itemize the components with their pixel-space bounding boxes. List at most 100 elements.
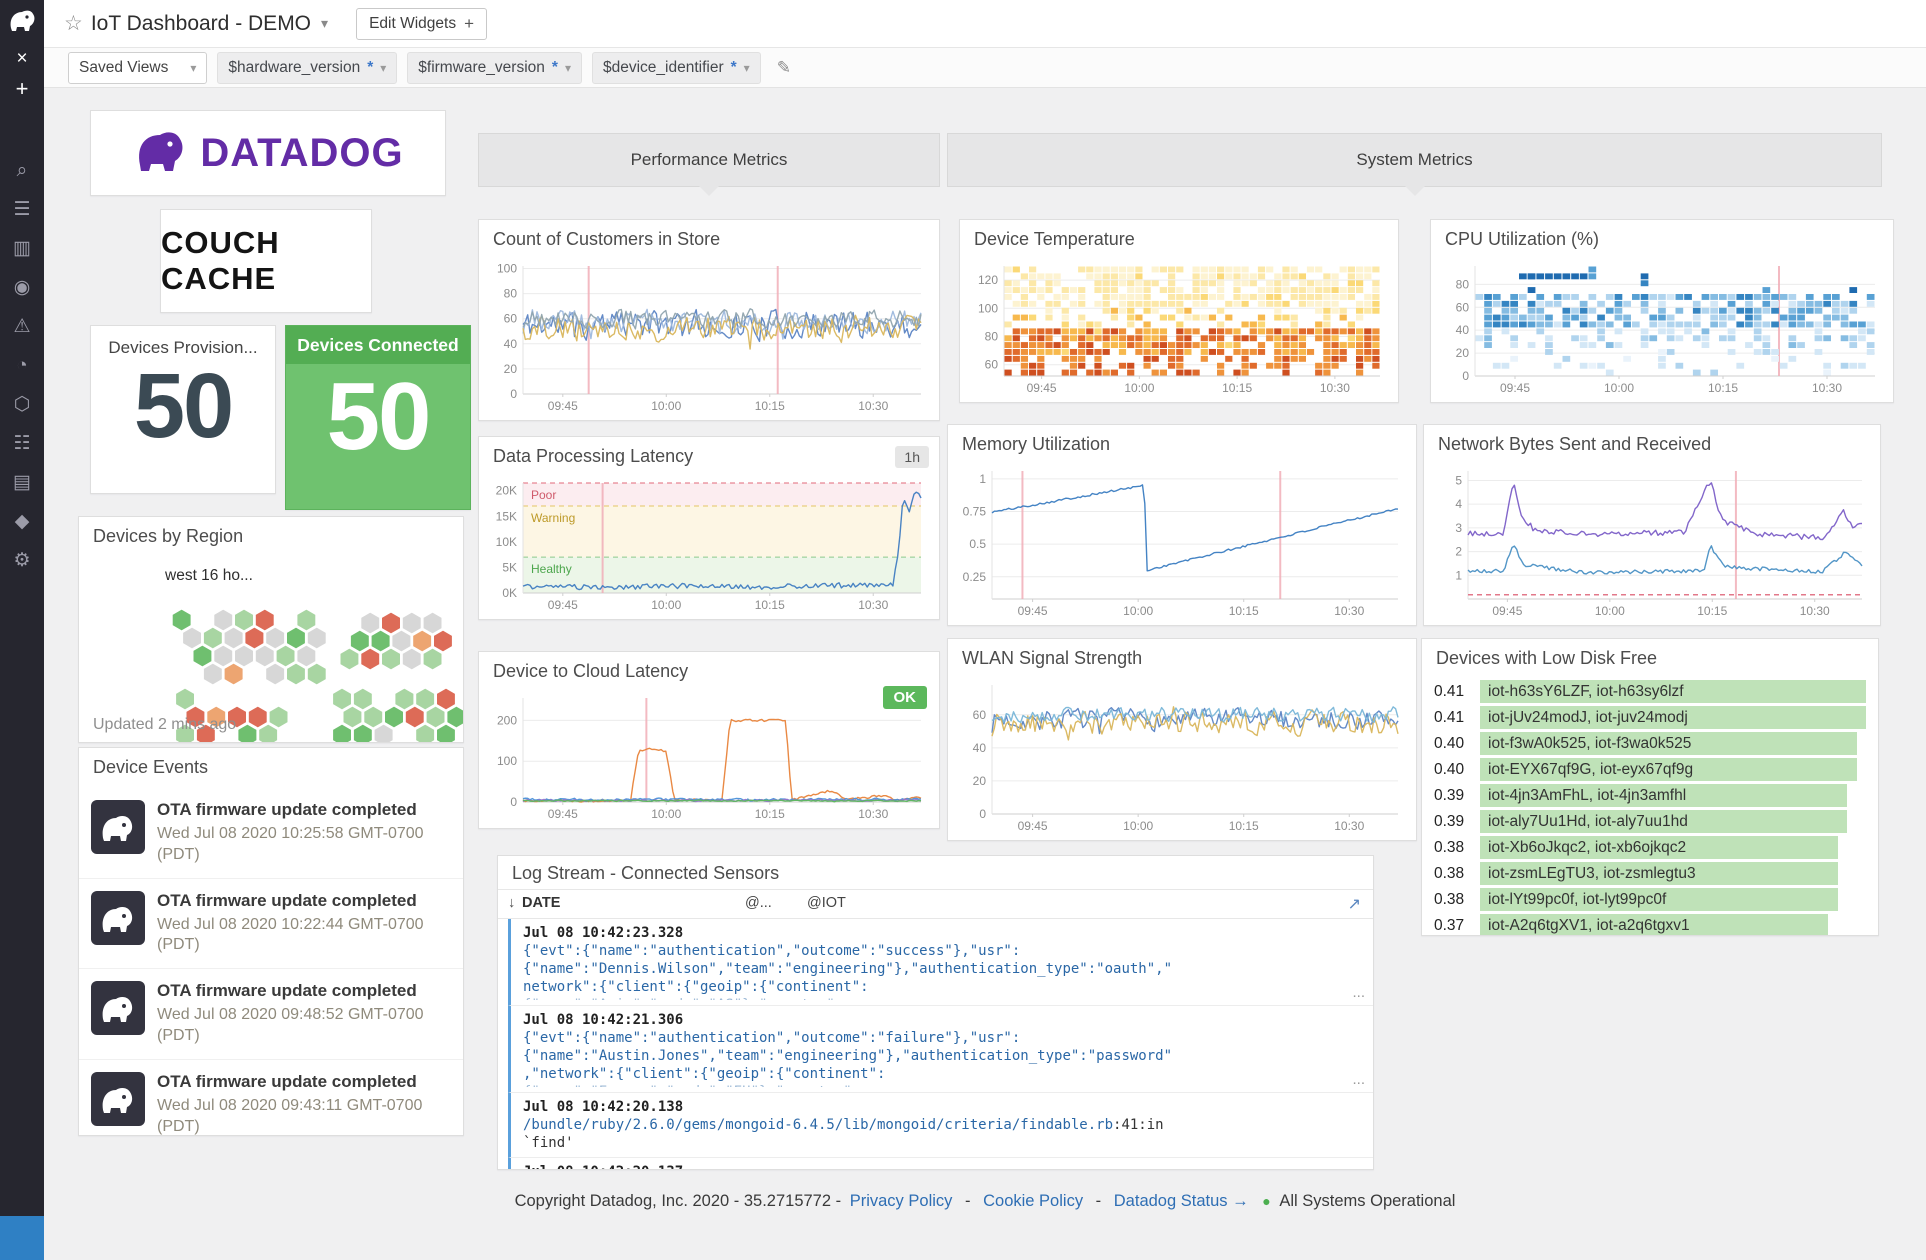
close-icon[interactable]: ×: [0, 48, 44, 70]
widget-title: Memory Utilization: [948, 425, 1416, 459]
customers-chart[interactable]: 02040608010009:4510:0010:1510:30: [483, 258, 931, 414]
event-item[interactable]: OTA firmware update completed Wed Jul 08…: [79, 788, 463, 878]
low-disk-row[interactable]: 0.41 iot-h63sY6LZF, iot-h63sy6lzf: [1434, 679, 1866, 704]
svg-text:20K: 20K: [496, 484, 517, 498]
column-attr[interactable]: @...: [745, 895, 772, 911]
edit-widgets-button[interactable]: Edit Widgets +: [356, 8, 487, 40]
network-bytes-chart[interactable]: 1234509:4510:0010:1510:30: [1428, 463, 1872, 619]
low-disk-bar: iot-zsmLEgTU3, iot-zsmlegtu3: [1480, 862, 1838, 885]
low-disk-row[interactable]: 0.37 iot-A2q6tgXV1, iot-a2q6tgxv1: [1434, 913, 1866, 936]
search-icon[interactable]: ⌕: [17, 160, 28, 182]
add-icon[interactable]: +: [0, 76, 44, 102]
processes-icon[interactable]: ☷: [13, 433, 30, 455]
event-item[interactable]: OTA firmware update completed Wed Jul 08…: [79, 878, 463, 969]
widget-device-temperature: Device Temperature 608010012009:4510:001…: [959, 219, 1399, 403]
event-item[interactable]: OTA firmware update completed Wed Jul 08…: [79, 1059, 463, 1135]
template-variable-pill[interactable]: $device_identifier * ▾: [592, 52, 761, 84]
timeframe-badge[interactable]: 1h: [895, 446, 929, 468]
svg-text:80: 80: [1456, 277, 1470, 291]
chevron-down-icon[interactable]: ▾: [321, 15, 328, 32]
device-temperature-heatmap[interactable]: 608010012009:4510:0010:1510:30: [964, 258, 1390, 396]
low-disk-row[interactable]: 0.38 iot-Xb6oJkqc2, iot-xb6ojkqc2: [1434, 835, 1866, 860]
sidebar: × + ⌕ ☰ ▥ ◉ ⚠ ◔ ⬡ ☷ ▤ ◆: [0, 0, 44, 1260]
svg-text:5K: 5K: [502, 560, 517, 574]
footer: Copyright Datadog, Inc. 2020 - 35.271577…: [44, 1192, 1926, 1211]
cpu-utilization-heatmap[interactable]: 02040608009:4510:0010:1510:30: [1435, 258, 1885, 396]
logs-icon[interactable]: ▤: [13, 472, 31, 494]
log-row[interactable]: Jul 08 10:42:23.328{"evt":{"name":"authe…: [508, 919, 1373, 1006]
low-disk-bar: iot-f3wA0k525, iot-f3wa0k525: [1480, 732, 1857, 755]
svg-text:80: 80: [985, 330, 999, 344]
datadog-status-link[interactable]: Datadog Status →: [1114, 1192, 1249, 1210]
low-disk-track: iot-EYX67qf9G, iot-eyx67qf9g: [1480, 758, 1866, 781]
low-disk-row[interactable]: 0.40 iot-f3wA0k525, iot-f3wa0k525: [1434, 731, 1866, 756]
low-disk-bar: iot-jUv24modJ, iot-juv24modj: [1480, 706, 1866, 729]
column-iot[interactable]: @IOT: [807, 895, 846, 911]
saved-views-select[interactable]: Saved Views ▾: [68, 52, 207, 84]
svg-text:120: 120: [978, 273, 998, 287]
errors-icon[interactable]: ⚠: [13, 316, 30, 338]
chevron-down-icon: ▾: [565, 61, 571, 75]
open-in-explorer-icon[interactable]: ↗: [1348, 894, 1361, 914]
group-header-performance[interactable]: Performance Metrics: [478, 133, 940, 187]
status-text: All Systems Operational: [1279, 1192, 1455, 1210]
low-disk-row[interactable]: 0.39 iot-aly7Uu1Hd, iot-aly7uu1hd: [1434, 809, 1866, 834]
svg-text:100: 100: [497, 754, 517, 768]
widget-title: Device Events: [79, 748, 463, 782]
log-timestamp: Jul 08 10:42:20.138: [523, 1098, 1343, 1116]
low-disk-row[interactable]: 0.40 iot-EYX67qf9G, iot-eyx67qf9g: [1434, 757, 1866, 782]
svg-text:09:45: 09:45: [548, 598, 578, 612]
log-row[interactable]: Jul 08 10:42:21.306{"evt":{"name":"authe…: [508, 1006, 1373, 1093]
sort-arrow-icon[interactable]: ↓: [508, 895, 515, 911]
cloud-latency-chart[interactable]: 010020009:4510:0010:1510:30: [483, 690, 931, 822]
cookie-policy-link[interactable]: Cookie Policy: [983, 1192, 1083, 1210]
help-button[interactable]: [0, 1216, 44, 1260]
svg-text:4: 4: [1455, 497, 1462, 511]
metrics-icon[interactable]: ▥: [13, 238, 31, 260]
svg-text:3: 3: [1455, 521, 1462, 535]
log-row[interactable]: Jul 08 10:42:20.137: [508, 1158, 1373, 1170]
status-ok-badge: OK: [883, 686, 928, 709]
template-variable-pill[interactable]: $firmware_version * ▾: [407, 52, 582, 84]
group-header-system[interactable]: System Metrics: [947, 133, 1882, 187]
low-disk-bar: iot-aly7Uu1Hd, iot-aly7uu1hd: [1480, 810, 1847, 833]
synthetics-icon[interactable]: ◔: [16, 355, 27, 377]
low-disk-row[interactable]: 0.41 iot-jUv24modJ, iot-juv24modj: [1434, 705, 1866, 730]
top-header: ☆ IoT Dashboard - DEMO ▾ Edit Widgets +: [44, 0, 1926, 48]
datadog-logo-icon[interactable]: [7, 8, 37, 34]
low-disk-value: 0.38: [1434, 891, 1480, 909]
column-date[interactable]: DATE: [522, 895, 560, 911]
processing-latency-chart[interactable]: PoorWarningHealthy0K5K10K15K20K09:4510:0…: [483, 475, 931, 613]
region-hexmap-chart[interactable]: [79, 547, 463, 742]
group-header-label: System Metrics: [1356, 150, 1472, 170]
wlan-signal-chart[interactable]: 020406009:4510:0010:1510:30: [952, 677, 1408, 834]
widget-data-processing-latency: Data Processing Latency 1h PoorWarningHe…: [478, 436, 940, 620]
widget-title: Device Temperature: [960, 220, 1398, 254]
svg-text:0: 0: [510, 795, 517, 809]
log-rows: Jul 08 10:42:23.328{"evt":{"name":"authe…: [498, 919, 1373, 1170]
low-disk-row[interactable]: 0.38 iot-lYt99pc0f, iot-lyt99pc0f: [1434, 887, 1866, 912]
template-variable-pill[interactable]: $hardware_version * ▾: [217, 52, 397, 84]
svg-text:10:15: 10:15: [1708, 381, 1738, 395]
template-variable-label: $hardware_version: [228, 59, 360, 77]
edit-variables-pencil-icon[interactable]: ✎: [777, 58, 791, 78]
svg-text:10:00: 10:00: [651, 598, 681, 612]
event-timestamp: Wed Jul 08 2020 10:22:44 GMT-0700 (PDT): [157, 915, 451, 957]
svg-text:2: 2: [1455, 545, 1462, 559]
privacy-policy-link[interactable]: Privacy Policy: [850, 1192, 953, 1210]
favorite-star-icon[interactable]: ☆: [64, 11, 83, 36]
low-disk-label: iot-h63sY6LZF, iot-h63sy6lzf: [1488, 683, 1684, 701]
low-disk-row[interactable]: 0.38 iot-zsmLEgTU3, iot-zsmlegtu3: [1434, 861, 1866, 886]
memory-utilization-chart[interactable]: 0.250.50.75109:4510:0010:1510:30: [952, 463, 1408, 619]
watchdog-icon[interactable]: ☰: [13, 199, 30, 221]
apm-icon[interactable]: ◉: [14, 277, 31, 299]
svg-text:10:00: 10:00: [651, 399, 681, 413]
settings-icon[interactable]: ⚙: [13, 550, 30, 572]
network-icon[interactable]: ⬡: [14, 394, 31, 416]
low-disk-row[interactable]: 0.39 iot-4jn3AmFhL, iot-4jn3amfhl: [1434, 783, 1866, 808]
event-item[interactable]: OTA firmware update completed Wed Jul 08…: [79, 968, 463, 1059]
low-disk-track: iot-Xb6oJkqc2, iot-xb6ojkqc2: [1480, 836, 1866, 859]
log-row[interactable]: Jul 08 10:42:20.138/bundle/ruby/2.6.0/ge…: [508, 1093, 1373, 1158]
svg-text:0K: 0K: [502, 586, 517, 600]
security-icon[interactable]: ◆: [15, 511, 30, 533]
